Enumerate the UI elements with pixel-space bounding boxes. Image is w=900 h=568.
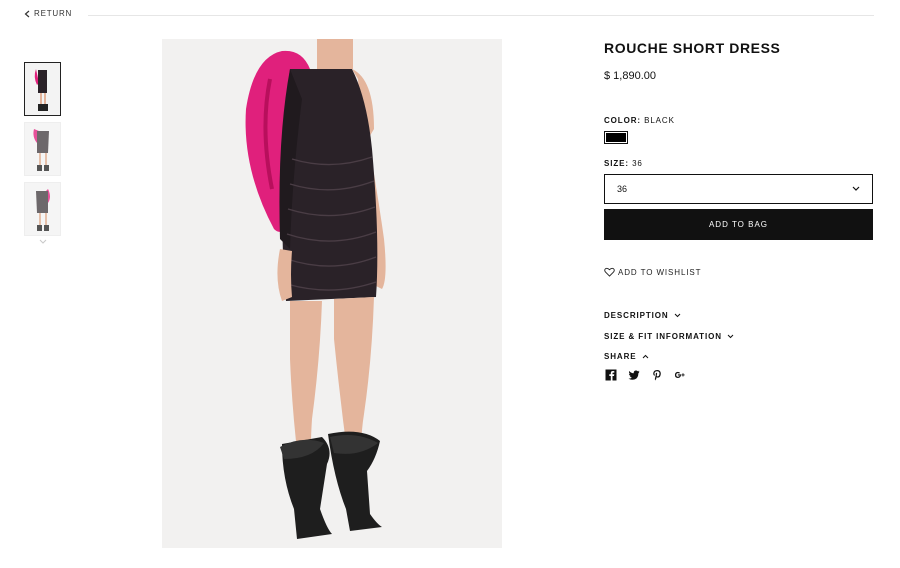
- color-label-key: COLOR:: [604, 116, 641, 125]
- twitter-icon[interactable]: [627, 368, 640, 381]
- size-select[interactable]: 36: [604, 174, 873, 204]
- description-label: DESCRIPTION: [604, 311, 669, 320]
- thumbnail-2[interactable]: [24, 122, 61, 176]
- product-title: ROUCHE SHORT DRESS: [604, 40, 781, 56]
- thumbnail-image: [25, 63, 60, 115]
- thumbnail-list: [24, 62, 61, 247]
- size-fit-label: SIZE & FIT INFORMATION: [604, 332, 722, 341]
- thumbnail-image: [25, 123, 60, 175]
- add-to-bag-button[interactable]: ADD TO BAG: [604, 209, 873, 240]
- product-main-image[interactable]: [162, 39, 502, 548]
- chevron-up-icon: [642, 354, 648, 359]
- facebook-icon[interactable]: [604, 368, 617, 381]
- return-label: RETURN: [34, 9, 73, 18]
- share-accordion[interactable]: SHARE: [604, 352, 649, 361]
- chevron-down-icon: [39, 239, 46, 244]
- product-photo: [162, 39, 502, 548]
- color-label-value: BLACK: [644, 116, 675, 125]
- thumbnail-1[interactable]: [24, 62, 61, 116]
- google-plus-icon[interactable]: [673, 368, 686, 381]
- product-price: $ 1,890.00: [604, 70, 656, 82]
- thumbnail-3[interactable]: [24, 182, 61, 236]
- size-select-value: 36: [617, 184, 628, 194]
- color-label: COLOR: BLACK: [604, 116, 675, 125]
- size-label: SIZE: 36: [604, 159, 643, 168]
- social-share-icons: [604, 368, 686, 381]
- description-accordion[interactable]: DESCRIPTION: [604, 311, 681, 320]
- wishlist-label: ADD TO WISHLIST: [618, 267, 702, 277]
- top-bar: RETURN: [24, 8, 874, 24]
- pinterest-icon[interactable]: [650, 368, 663, 381]
- product-info-panel: ROUCHE SHORT DRESS $ 1,890.00 COLOR: BLA…: [604, 40, 873, 381]
- chevron-down-icon: [852, 186, 860, 191]
- chevron-down-icon: [674, 313, 680, 318]
- size-fit-accordion[interactable]: SIZE & FIT INFORMATION: [604, 332, 734, 341]
- size-label-value: 36: [632, 159, 643, 168]
- return-link[interactable]: RETURN: [24, 9, 72, 18]
- heart-icon: [604, 267, 615, 277]
- thumbnail-scroll-down[interactable]: [24, 239, 61, 247]
- share-label: SHARE: [604, 352, 637, 361]
- divider: [88, 15, 874, 16]
- chevron-down-icon: [727, 334, 734, 339]
- color-swatch-black[interactable]: [604, 131, 628, 144]
- chevron-left-icon: [24, 10, 30, 17]
- size-label-key: SIZE:: [604, 159, 629, 168]
- swatch-fill: [606, 133, 626, 142]
- thumbnail-image: [25, 183, 60, 235]
- add-to-wishlist-link[interactable]: ADD TO WISHLIST: [604, 267, 701, 277]
